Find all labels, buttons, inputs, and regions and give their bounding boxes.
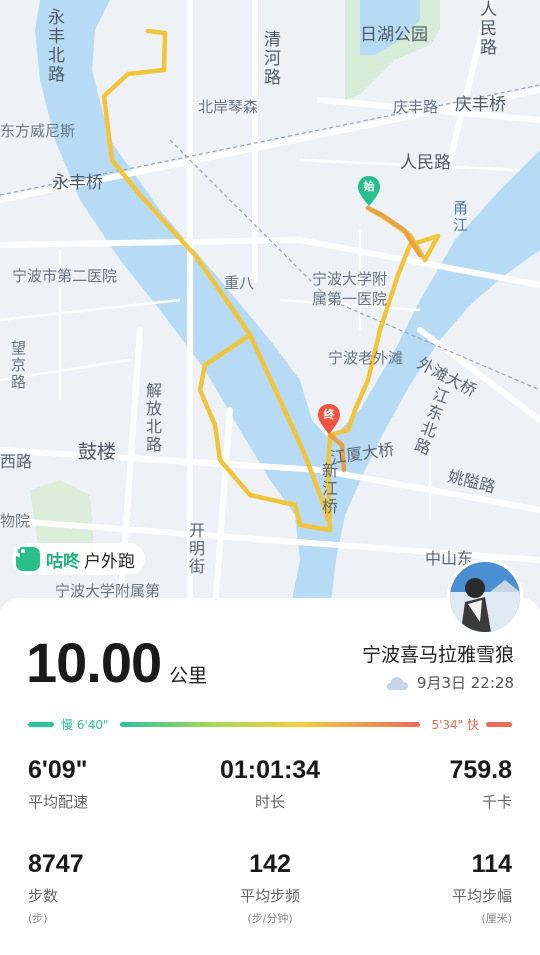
stat-label: 平均配速 (28, 793, 89, 811)
start-marker[interactable]: 始 (358, 176, 380, 206)
map-label-park: 日湖公园 (360, 25, 428, 45)
stat-unit: (步/分钟) (247, 912, 293, 925)
map-label-district: 鼓楼 (78, 441, 117, 463)
route-name: 宁波喜马拉雅雪狼 (361, 644, 514, 666)
distance-value: 10.00 (26, 631, 162, 694)
activity-type: 户外跑 (84, 551, 135, 572)
map-label-river: 甬江 (451, 200, 469, 234)
stat-value: 8747 (28, 850, 84, 878)
stat-value: 6'09" (28, 756, 88, 784)
stat-cadence: 142 平均步频 (步/分钟) (220, 850, 320, 926)
pace-fast-label: 5'34" 快 (431, 718, 479, 732)
map-label-road: 永丰北路 (44, 8, 64, 84)
map-label-road: 解放北路 (143, 382, 162, 454)
map-label-hospital: 宁波大学附 (312, 270, 388, 288)
stat-unit: (厘米) (481, 912, 512, 925)
stat-duration: 01:01:34 时长 (220, 756, 320, 812)
map-label-road: 庆丰路 (393, 98, 439, 116)
distance: 10.00 公里 (26, 630, 207, 695)
brand-name: 咕咚 (46, 551, 80, 572)
stat-unit: (步) (28, 912, 48, 925)
map-label-poi: 重八 (224, 274, 255, 292)
stat-label: 平均步幅 (451, 887, 512, 905)
activity-date: 9月3日 22:28 (416, 674, 514, 692)
stat-avg-pace: 6'09" 平均配速 (28, 756, 88, 812)
stat-calories: 759.8 千卡 (449, 756, 512, 812)
stat-value: 759.8 (449, 756, 512, 784)
pace-slow-swatch (28, 722, 54, 727)
stat-label: 平均步频 (239, 887, 300, 905)
map-label-road: 人民路 (476, 0, 496, 57)
brand-badge: 咕咚 户外跑 (12, 543, 145, 575)
stat-value: 142 (249, 850, 291, 878)
map-label-road: 开明街 (186, 522, 205, 576)
stat-stride: 114 平均步幅 (厘米) (452, 850, 512, 926)
map-label-hospital: 属第一医院 (312, 290, 388, 308)
cloud-icon (386, 676, 408, 690)
pace-slow-label: 慢 6'40" (61, 718, 109, 732)
map-label-bridge: 庆丰桥 (455, 95, 506, 115)
stat-value: 01:01:34 (220, 756, 321, 784)
codoon-logo-icon (14, 545, 40, 571)
map-label-poi: 东方威尼斯 (0, 122, 76, 140)
pace-legend: 慢 6'40" 5'34" 快 (28, 716, 512, 732)
start-marker-label: 始 (363, 180, 375, 193)
pace-fast-swatch (486, 722, 512, 727)
map-label-road: 人民路 (400, 153, 451, 173)
end-marker-label: 终 (323, 408, 335, 421)
avatar[interactable] (447, 559, 523, 635)
map-label-road: 望京路 (9, 340, 27, 391)
map-label-poi: 物院 (0, 512, 31, 530)
map-label-bridge: 新江桥 (319, 462, 338, 516)
distance-unit: 公里 (169, 665, 208, 687)
map-label-road: 西路 (0, 452, 33, 471)
stat-steps: 8747 步数 (步) (28, 850, 84, 926)
map-label-road: 清河路 (260, 30, 280, 87)
pace-gradient (120, 722, 420, 727)
stat-value: 114 (471, 850, 512, 878)
route-map[interactable]: 永丰北路 清河路 日湖公园 人民路 庆丰桥 北岸琴森 庆丰路 东方威尼斯 人民路… (0, 0, 540, 610)
stat-label: 步数 (28, 887, 59, 905)
stat-label: 时长 (254, 793, 285, 811)
end-marker[interactable]: 终 (318, 404, 340, 434)
route-meta: 9月3日 22:28 (385, 672, 514, 693)
map-label-bridge: 永丰桥 (52, 173, 103, 193)
map-label-poi: 宁波老外滩 (328, 349, 404, 367)
stat-label: 千卡 (481, 793, 512, 811)
map-label-hospital: 宁波市第二医院 (12, 267, 118, 285)
map-label-poi: 北岸琴森 (198, 98, 259, 116)
